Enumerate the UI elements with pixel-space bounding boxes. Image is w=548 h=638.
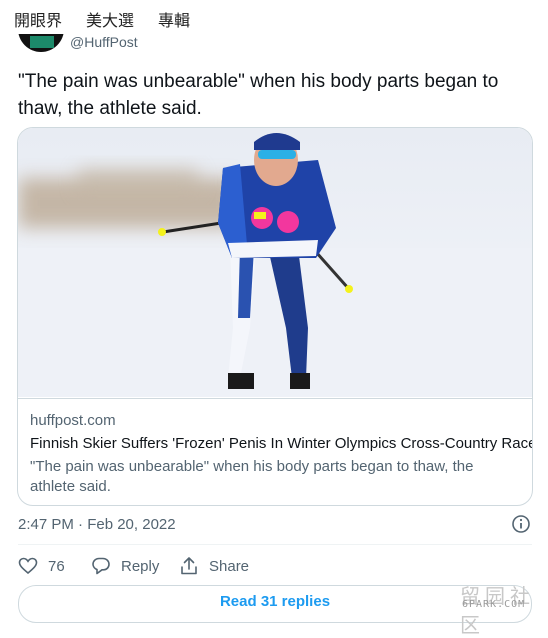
read-replies-button[interactable]: Read 31 replies [18,585,532,623]
like-count: 76 [48,557,65,575]
top-nav-bar: 開眼界 美大選 專輯 [0,0,548,34]
card-domain: huffpost.com [30,412,116,429]
card-description: "The pain was unbearable" when his body … [30,458,474,495]
info-icon[interactable] [511,514,531,534]
huffpost-logo-icon [30,36,54,48]
tweet-timestamp[interactable]: 2:47 PM · Feb 20, 2022 [18,516,176,533]
card-text-area: huffpost.com Finnish Skier Suffers 'Froz… [18,398,533,505]
divider [18,544,532,545]
reply-icon [92,557,110,575]
tweet-text: "The pain was unbearable" when his body … [18,71,499,119]
heart-icon [18,557,38,575]
like-button[interactable]: 76 [18,555,65,577]
share-icon [181,557,197,575]
share-label: Share [209,557,250,575]
nav-item-albums[interactable]: 專輯 [158,7,190,31]
link-preview-card[interactable]: huffpost.com Finnish Skier Suffers 'Froz… [17,127,533,506]
author-handle[interactable]: @HuffPost [70,34,138,50]
article-photo [18,128,532,397]
card-title: Finnish Skier Suffers 'Frozen' Penis In … [30,435,533,452]
watermark-text: 6PARK.COM [462,599,526,610]
reply-label: Reply [121,557,160,575]
share-button[interactable]: Share [179,555,249,577]
watermark: 留园社区 6PARK.COM [460,580,546,637]
nav-item-eye-opener[interactable]: 開眼界 [14,7,62,31]
nav-item-us-election[interactable]: 美大選 [86,7,134,31]
reply-button[interactable]: Reply [91,555,159,577]
